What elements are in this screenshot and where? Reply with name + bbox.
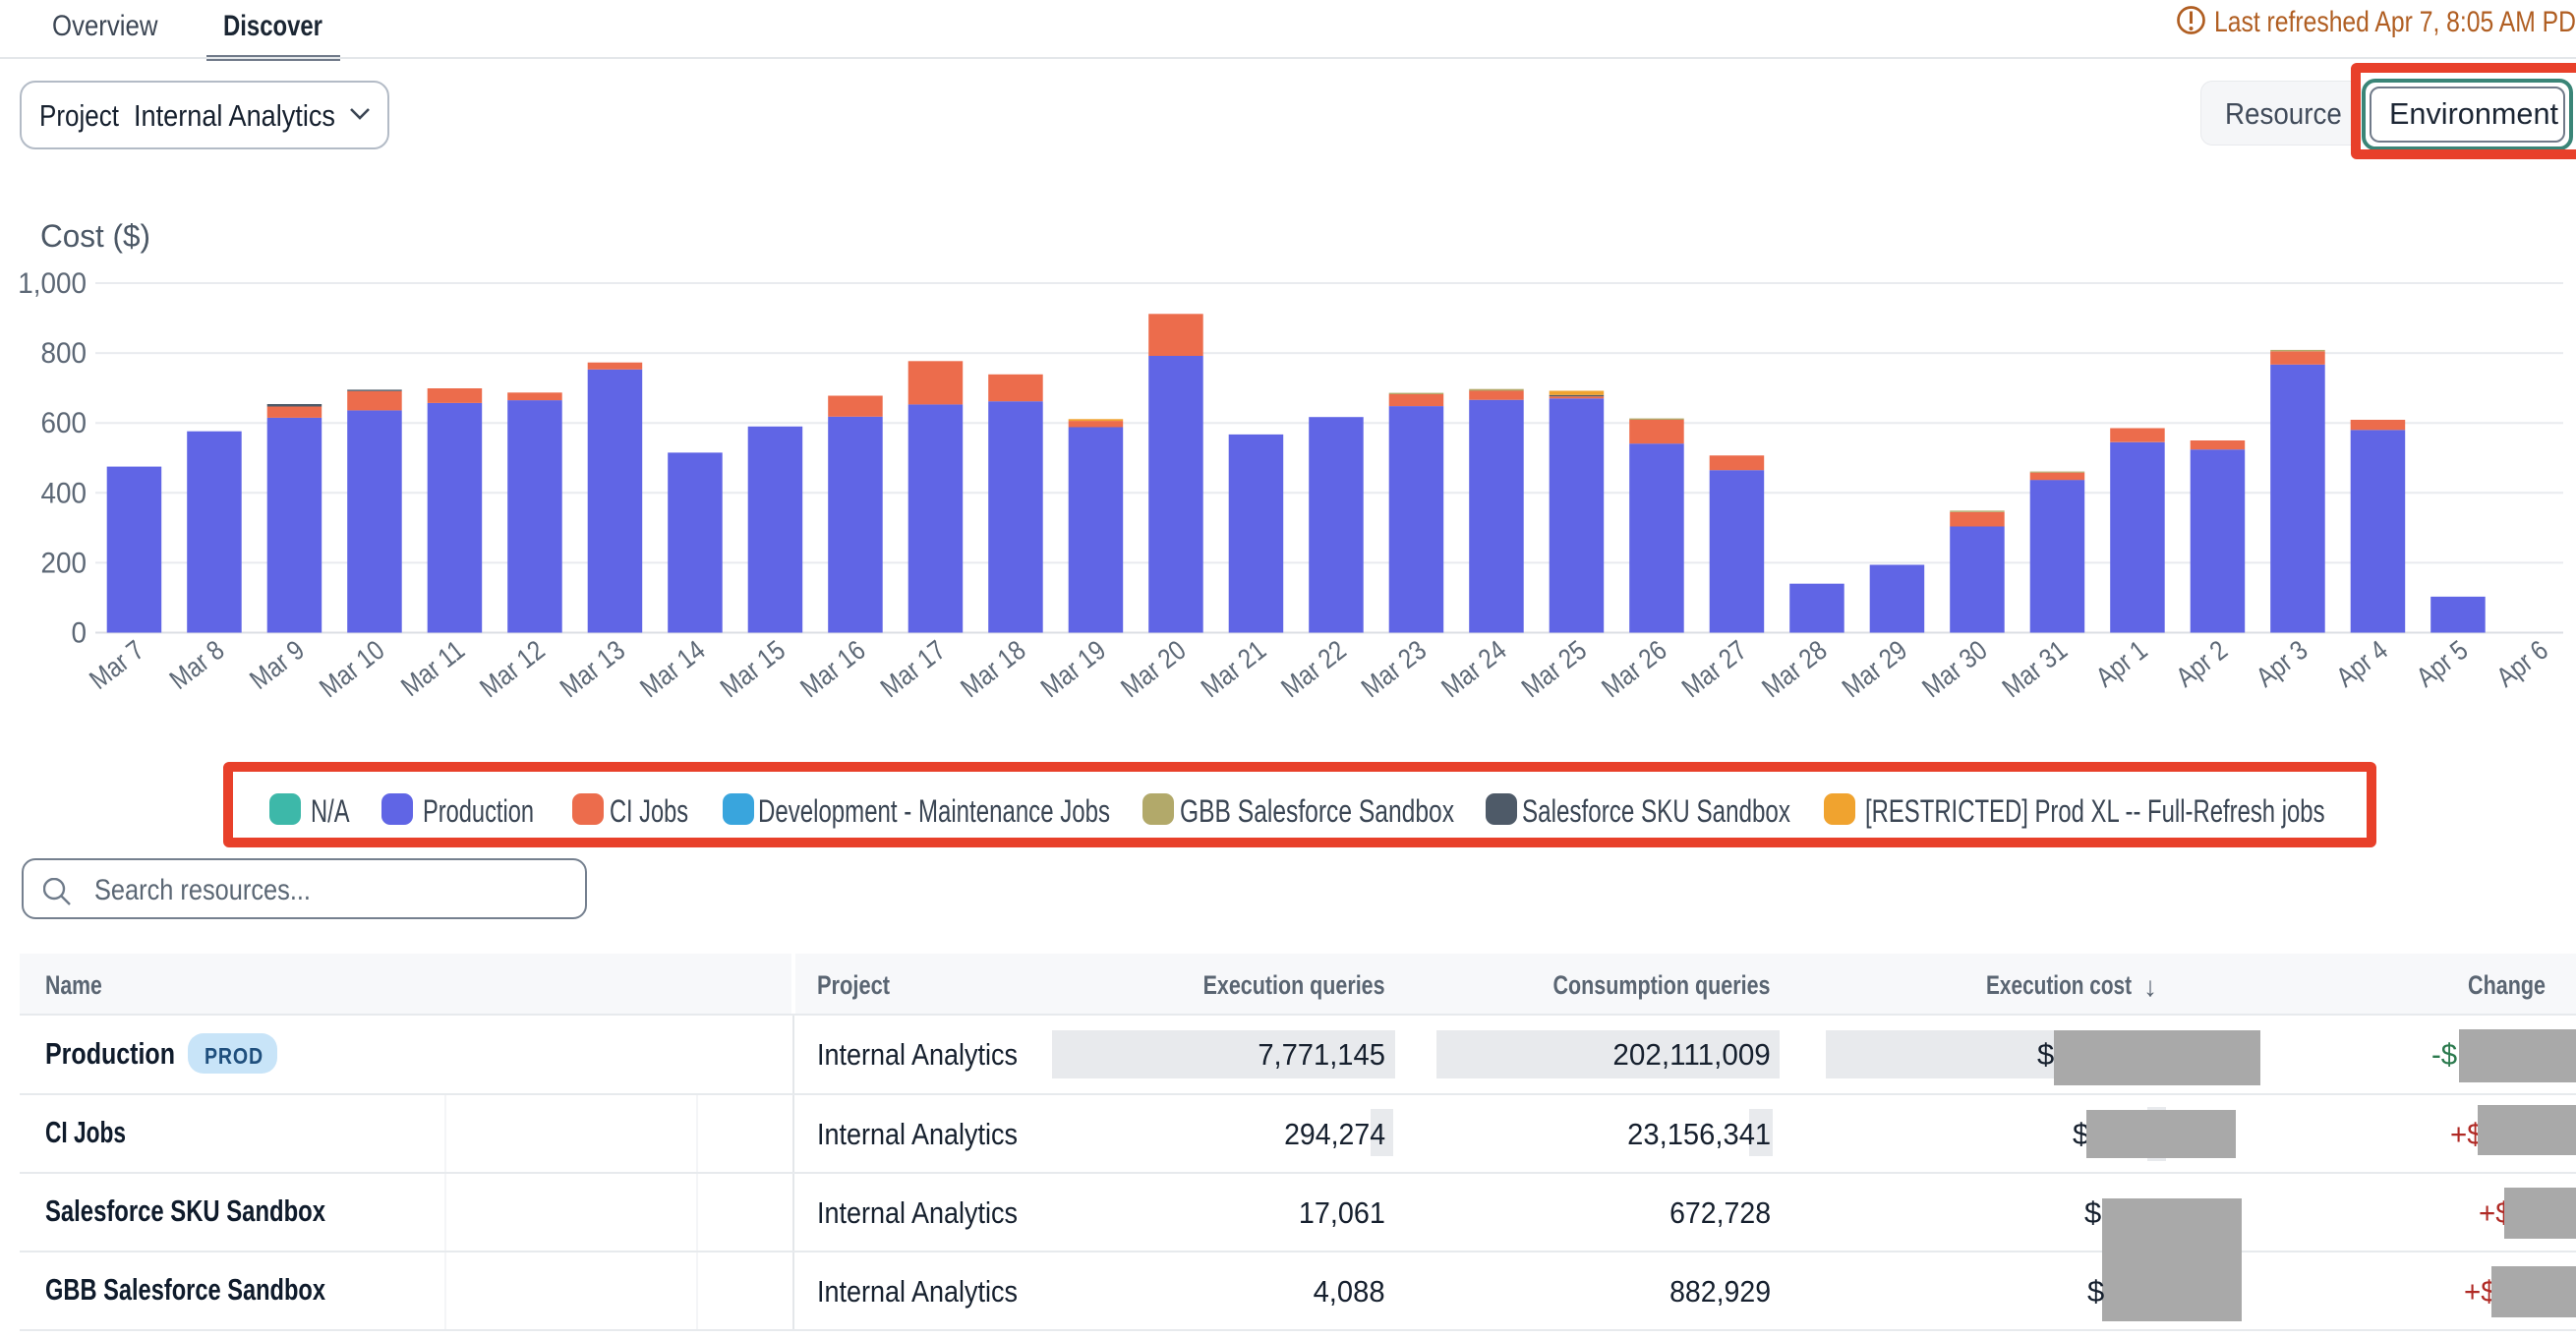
svg-text:800: 800 — [40, 337, 87, 370]
svg-text:Mar 7: Mar 7 — [84, 634, 150, 696]
svg-text:Mar 25: Mar 25 — [1515, 634, 1592, 704]
svg-text:Apr 1: Apr 1 — [2089, 634, 2153, 693]
svg-text:Mar 20: Mar 20 — [1115, 634, 1192, 704]
svg-text:Mar 17: Mar 17 — [874, 634, 951, 704]
svg-text:Apr 3: Apr 3 — [2250, 634, 2313, 693]
svg-text:Apr 2: Apr 2 — [2170, 634, 2234, 693]
svg-text:Mar 15: Mar 15 — [714, 634, 790, 704]
svg-text:Mar 22: Mar 22 — [1275, 634, 1352, 704]
svg-text:Mar 18: Mar 18 — [955, 634, 1031, 704]
svg-text:Mar 16: Mar 16 — [794, 634, 871, 704]
svg-text:Mar 30: Mar 30 — [1916, 634, 1993, 704]
svg-text:0: 0 — [71, 617, 87, 650]
svg-text:400: 400 — [40, 477, 87, 509]
svg-text:Mar 23: Mar 23 — [1355, 634, 1432, 704]
svg-text:1,000: 1,000 — [18, 267, 87, 300]
svg-text:Mar 11: Mar 11 — [395, 634, 471, 703]
svg-text:Mar 14: Mar 14 — [634, 634, 711, 704]
svg-text:600: 600 — [40, 407, 87, 439]
svg-text:Mar 13: Mar 13 — [554, 634, 630, 704]
svg-text:Mar 9: Mar 9 — [244, 634, 311, 696]
svg-text:Mar 24: Mar 24 — [1435, 634, 1512, 704]
svg-text:Mar 21: Mar 21 — [1195, 634, 1271, 704]
svg-text:Apr 6: Apr 6 — [2490, 634, 2554, 693]
svg-text:Mar 8: Mar 8 — [163, 634, 230, 696]
svg-text:Mar 12: Mar 12 — [474, 634, 551, 704]
svg-text:Mar 10: Mar 10 — [314, 634, 390, 704]
svg-text:Mar 19: Mar 19 — [1034, 634, 1111, 704]
svg-text:Apr 4: Apr 4 — [2330, 634, 2394, 693]
svg-text:Mar 31: Mar 31 — [1996, 634, 2073, 704]
svg-text:200: 200 — [40, 548, 87, 580]
svg-text:Apr 5: Apr 5 — [2410, 634, 2474, 693]
svg-text:Mar 29: Mar 29 — [1836, 634, 1912, 704]
svg-text:Mar 27: Mar 27 — [1675, 634, 1752, 704]
svg-text:Mar 26: Mar 26 — [1596, 634, 1672, 704]
svg-text:Mar 28: Mar 28 — [1756, 634, 1833, 704]
